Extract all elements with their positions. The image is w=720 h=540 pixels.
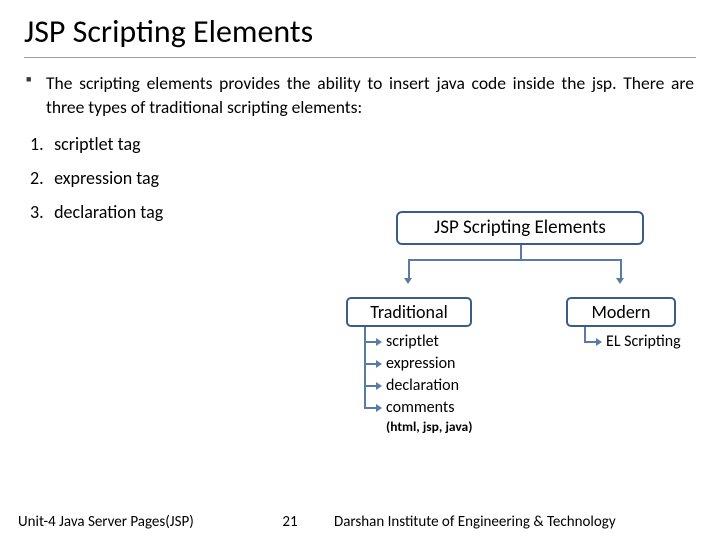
intro-paragraph: The scripting elements provides the abil… <box>24 72 696 119</box>
list-item: 1. scriptlet tag <box>30 133 696 155</box>
arrow-icon <box>404 278 412 284</box>
diagram-traditional-box: Traditional <box>346 297 472 327</box>
arrow-icon <box>596 338 602 346</box>
list-label: declaration tag <box>54 201 163 223</box>
diagram-modern-box: Modern <box>566 297 676 327</box>
list-number: 1. <box>30 133 50 155</box>
connector-line <box>520 245 522 259</box>
leaf-comments: comments <box>386 398 454 417</box>
footer-unit: Unit-4 Java Server Pages(JSP) <box>0 513 260 531</box>
connector-line <box>620 259 622 279</box>
leaf-scriptlet: scriptlet <box>386 332 439 351</box>
slide-title: JSP Scripting Elements <box>24 12 696 58</box>
connector-line <box>364 327 366 407</box>
leaf-el-scripting: EL Scripting <box>606 332 681 351</box>
list-number: 2. <box>30 167 50 189</box>
diagram-root-box: JSP Scripting Elements <box>396 211 644 245</box>
arrow-icon <box>616 278 624 284</box>
arrow-icon <box>376 404 382 412</box>
hierarchy-diagram: JSP Scripting Elements Traditional Moder… <box>340 205 700 435</box>
arrow-icon <box>376 360 382 368</box>
footer-page-number: 21 <box>260 513 320 531</box>
list-label: expression tag <box>54 167 159 189</box>
leaf-comments-note: (html, jsp, java) <box>386 418 472 435</box>
arrow-icon <box>376 338 382 346</box>
arrow-icon <box>376 382 382 390</box>
list-item: 2. expression tag <box>30 167 696 189</box>
leaf-declaration: declaration <box>386 376 459 395</box>
list-number: 3. <box>30 201 50 223</box>
list-label: scriptlet tag <box>54 133 140 155</box>
leaf-expression: expression <box>386 354 455 373</box>
connector-line <box>408 259 410 279</box>
footer-organization: Darshan Institute of Engineering & Techn… <box>320 513 720 531</box>
slide-footer: Unit-4 Java Server Pages(JSP) 21 Darshan… <box>0 504 720 540</box>
connector-line <box>408 259 622 261</box>
